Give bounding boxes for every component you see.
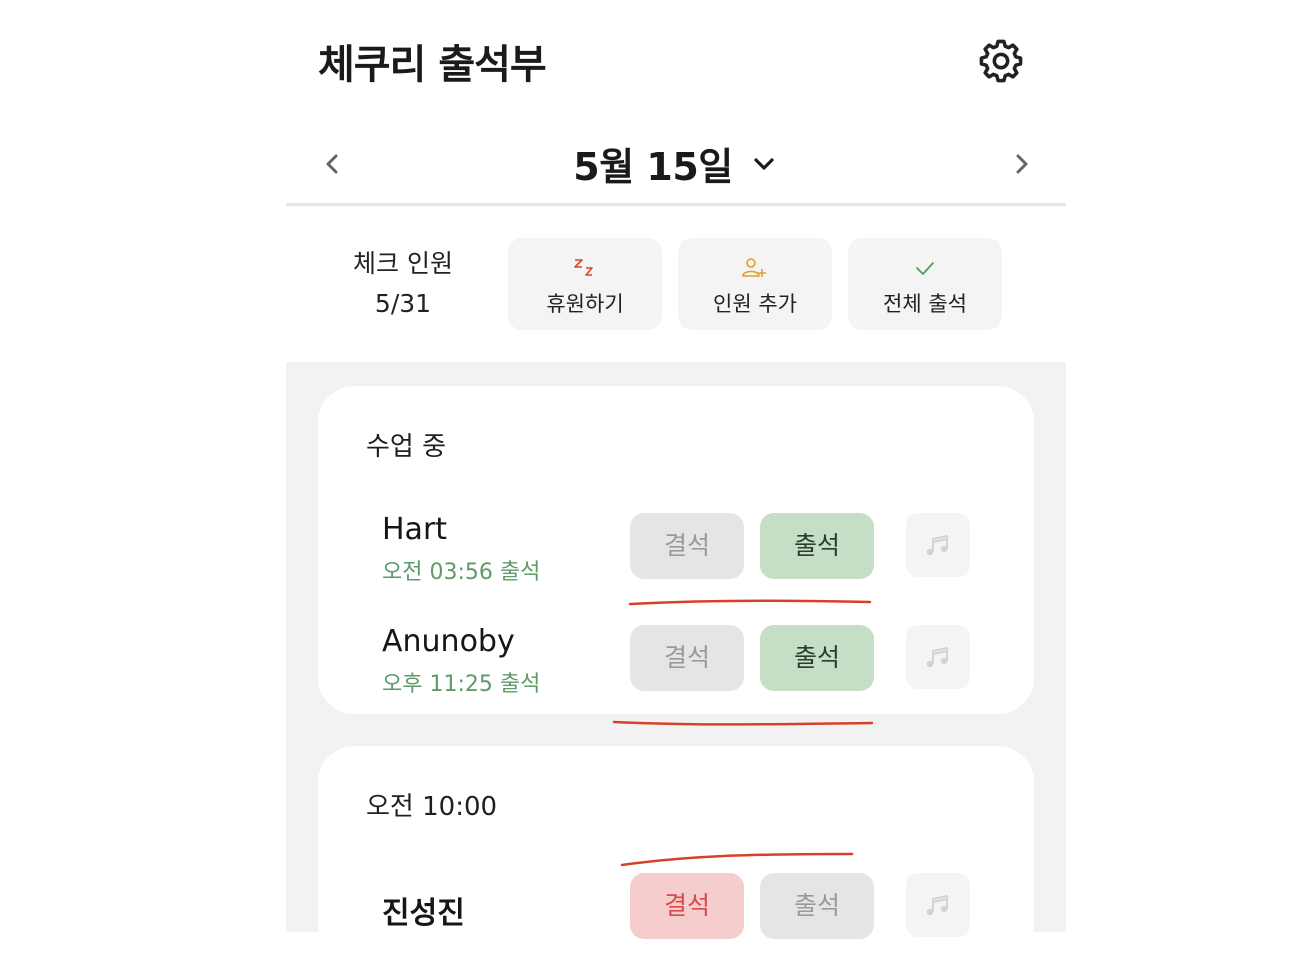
absent-button[interactable]: 결석 — [630, 873, 744, 939]
mark-all-present-label: 전체 출석 — [883, 292, 967, 316]
add-member-label: 인원 추가 — [713, 292, 797, 316]
present-button[interactable]: 출석 — [760, 513, 874, 579]
chevron-down-icon — [749, 149, 779, 179]
class-list: 수업 중 Hart 오전 03:56 출석 결석 출석 Anunoby 오후 1… — [286, 362, 1066, 966]
gear-icon[interactable] — [976, 36, 1026, 86]
chevron-right-icon[interactable] — [1002, 144, 1042, 184]
zzz-icon — [508, 256, 662, 280]
page-title: 체쿠리 출석부 — [318, 42, 547, 88]
mark-all-present-button[interactable]: 전체 출석 — [848, 238, 1002, 330]
music-note-icon[interactable] — [906, 513, 970, 577]
check-icon — [848, 256, 1002, 280]
student-name: 진성진 — [382, 896, 465, 931]
section-title: 오전 10:00 — [366, 792, 498, 822]
date-selector[interactable]: 5월 15일 — [286, 136, 1066, 191]
student-name: Anunoby — [382, 624, 515, 659]
current-date: 5월 15일 — [573, 145, 733, 189]
check-count: 체크 인원 5/31 — [336, 244, 470, 324]
check-count-label: 체크 인원 — [353, 249, 453, 278]
absent-button[interactable]: 결석 — [630, 625, 744, 691]
attendance-time: 오전 03:56 출석 — [382, 560, 541, 585]
attendance-app: 체쿠리 출석부 5월 15일 체크 인원 5/31 휴원하기 인원 추가 전체 … — [286, 0, 1066, 966]
class-section-card: 수업 중 Hart 오전 03:56 출석 결석 출석 Anunoby 오후 1… — [318, 386, 1034, 714]
student-name: Hart — [382, 512, 448, 547]
music-note-icon[interactable] — [906, 625, 970, 689]
pause-button-label: 휴원하기 — [546, 292, 624, 316]
section-title: 수업 중 — [366, 432, 447, 462]
date-navigator: 5월 15일 — [286, 120, 1066, 206]
add-user-icon — [678, 256, 832, 280]
present-button[interactable]: 출석 — [760, 625, 874, 691]
class-section-card: 오전 10:00 진성진 결석 출석 — [318, 746, 1034, 966]
attendance-time: 오후 11:25 출석 — [382, 672, 541, 697]
music-note-icon[interactable] — [906, 873, 970, 937]
present-button[interactable]: 출석 — [760, 873, 874, 939]
check-count-value: 5/31 — [374, 289, 432, 318]
add-member-button[interactable]: 인원 추가 — [678, 238, 832, 330]
absent-button[interactable]: 결석 — [630, 513, 744, 579]
pause-button[interactable]: 휴원하기 — [508, 238, 662, 330]
